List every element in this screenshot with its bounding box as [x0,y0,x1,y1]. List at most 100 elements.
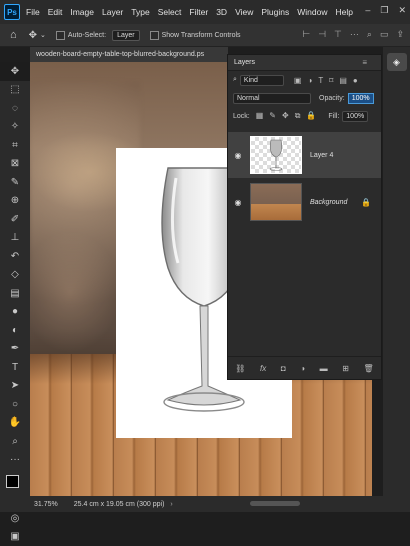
panel-menu-icon[interactable]: ≡ [362,58,367,67]
pixel-filter-icon[interactable]: ▣ [294,76,302,85]
eye-icon[interactable]: ◉ [228,198,248,207]
search-icon[interactable]: ⌕ [367,29,372,40]
blur-tool-icon[interactable]: ● [0,303,30,322]
horizontal-scrollbar[interactable] [250,501,300,506]
eraser-icon[interactable]: ◇ [0,266,30,285]
lock-label: Lock: [233,113,250,120]
smart-object-filter-icon[interactable]: ▤ [339,76,347,85]
layer-thumbnail [250,183,302,221]
eyedropper-icon[interactable]: ✎ [0,173,30,192]
status-menu-icon[interactable]: › [170,501,172,508]
panel-dock-strip: ◈ [383,47,410,498]
lock-artboard-icon[interactable]: ⧉ [295,111,301,121]
stamp-tool-icon[interactable]: ⊥ [0,229,30,248]
fx-icon[interactable]: fx [260,364,266,373]
transform-controls-label: Show Transform Controls [162,32,241,39]
foreground-color-swatch[interactable] [6,475,19,488]
align-left-icon[interactable]: ⊢ [302,29,310,40]
trash-icon[interactable]: 🗑 [364,364,374,373]
filter-kind-dropdown[interactable]: Kind [240,75,284,86]
transform-controls-checkbox[interactable]: Show Transform Controls [150,31,241,40]
auto-select-dropdown[interactable]: Layer [112,30,140,41]
lock-all-icon[interactable]: 🔒 [306,111,316,121]
folder-icon[interactable]: ▬ [320,364,328,373]
menu-help[interactable]: Help [335,7,352,17]
auto-select-checkbox[interactable]: Auto-Select: [56,31,106,40]
minimize-button[interactable]: – [365,5,370,16]
menu-window[interactable]: Window [297,7,327,17]
menu-image[interactable]: Image [70,7,94,17]
more-tools-icon[interactable]: ··· [0,451,30,470]
document-tab[interactable]: wooden-board-empty-table-top-blurred-bac… [30,47,228,62]
marquee-tool-icon[interactable]: ⬚ [0,81,30,100]
restore-button[interactable]: ❐ [380,5,388,16]
blend-mode-dropdown[interactable]: Normal [233,93,311,104]
dodge-tool-icon[interactable]: ◐ [0,321,30,340]
zoom-tool-icon[interactable]: ⌕ [0,432,30,451]
path-select-icon[interactable]: ➤ [0,377,30,396]
frame-tool-icon[interactable]: ⊠ [0,155,30,174]
chevron-down-icon[interactable]: ⌄ [40,31,46,39]
align-top-icon[interactable]: ⊤ [334,29,342,40]
screen-mode-icon[interactable]: ▣ [0,528,30,546]
type-tool-icon[interactable]: T [0,358,30,377]
move-tool-icon[interactable]: ✥ [0,62,30,81]
layers-tab[interactable]: Layers [234,59,255,66]
align-center-icon[interactable]: ⊣ [318,29,326,40]
zoom-level[interactable]: 31.75% [34,501,58,508]
menu-3d[interactable]: 3D [216,7,227,17]
menu-plugins[interactable]: Plugins [261,7,289,17]
opacity-input[interactable]: 100% [348,93,374,104]
magic-wand-icon[interactable]: ✧ [0,118,30,137]
layer-name[interactable]: Layer 4 [310,152,333,159]
fill-input[interactable]: 100% [342,111,368,122]
opacity-label: Opacity: [319,95,345,102]
history-brush-icon[interactable]: ↶ [0,247,30,266]
gradient-tool-icon[interactable]: ▤ [0,284,30,303]
brush-tool-icon[interactable]: ✐ [0,210,30,229]
crop-tool-icon[interactable]: ⌗ [0,136,30,155]
lock-transparency-icon[interactable]: ▦ [256,111,264,121]
layer-row-background[interactable]: ◉ Background 🔒 [228,179,381,225]
adjustment-filter-icon[interactable]: ◑ [307,76,312,85]
layers-panel-header: Layers ≡ [228,55,381,71]
checkbox-icon[interactable] [56,31,65,40]
more-icon[interactable]: ··· [350,29,359,40]
photoshop-logo[interactable]: Ps [4,4,20,20]
checkbox-icon[interactable] [150,31,159,40]
layers-panel-icon[interactable]: ◈ [387,53,407,71]
document-info: 25.4 cm x 19.05 cm (300 ppi) [74,501,165,508]
adjustment-icon[interactable]: ◑ [300,364,305,373]
share-icon[interactable]: ⇪ [396,29,404,40]
menu-select[interactable]: Select [158,7,182,17]
layer-row-layer-4[interactable]: ◉ Layer 4 [228,132,381,178]
shape-filter-icon[interactable]: ⌑ [329,76,333,85]
hand-tool-icon[interactable]: ✋ [0,414,30,433]
healing-brush-icon[interactable]: ⊕ [0,192,30,211]
menu-view[interactable]: View [235,7,253,17]
new-layer-icon[interactable]: ⊞ [342,364,349,373]
menu-file[interactable]: File [26,7,40,17]
filter-toggle-icon[interactable]: ● [353,76,358,85]
link-icon[interactable]: ⛓ [235,364,245,373]
lock-position-icon[interactable]: ✥ [282,111,289,121]
workspace-icon[interactable]: ▭ [380,29,389,40]
mask-icon[interactable]: ◘ [281,364,286,373]
menu-filter[interactable]: Filter [189,7,208,17]
ellipse-tool-icon[interactable]: ○ [0,395,30,414]
move-tool-icon[interactable]: ✥ [29,30,37,41]
home-icon[interactable]: ⌂ [10,29,17,41]
layer-name[interactable]: Background [310,199,347,206]
tools-panel: ✥ ⬚ ◌ ✧ ⌗ ⊠ ✎ ⊕ ✐ ⊥ ↶ ◇ ▤ ● ◐ ✒ T ➤ ○ ✋ … [0,62,31,498]
pen-tool-icon[interactable]: ✒ [0,340,30,359]
menu-type[interactable]: Type [131,7,149,17]
menu-layer[interactable]: Layer [102,7,123,17]
close-button[interactable]: ✕ [398,5,406,16]
lock-pixels-icon[interactable]: ✎ [269,111,276,121]
status-bar: 31.75% 25.4 cm x 19.05 cm (300 ppi) › [0,496,410,512]
eye-icon[interactable]: ◉ [228,151,248,160]
lasso-tool-icon[interactable]: ◌ [0,99,30,118]
menu-edit[interactable]: Edit [48,7,63,17]
menu-bar: Ps File Edit Image Layer Type Select Fil… [0,0,410,24]
type-filter-icon[interactable]: T [318,76,323,85]
